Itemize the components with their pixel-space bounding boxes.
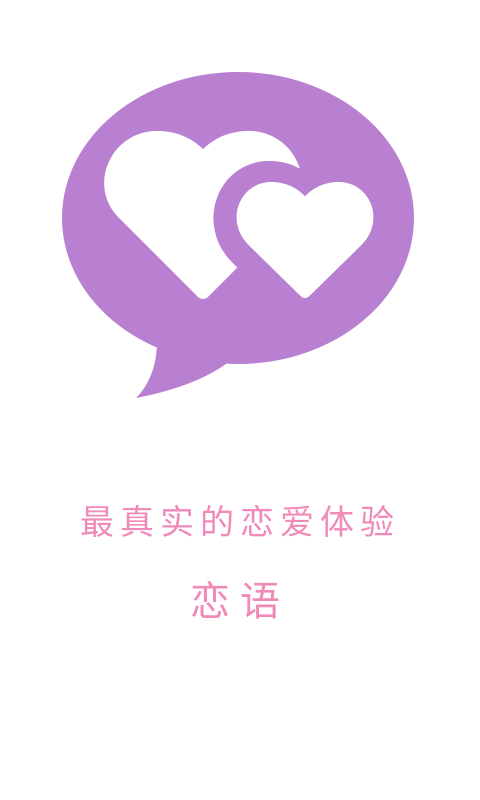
tagline: 最真实的恋爱体验 <box>80 503 400 543</box>
app-name: 恋语 <box>190 579 290 625</box>
speech-bubble-hearts-icon <box>62 72 414 398</box>
